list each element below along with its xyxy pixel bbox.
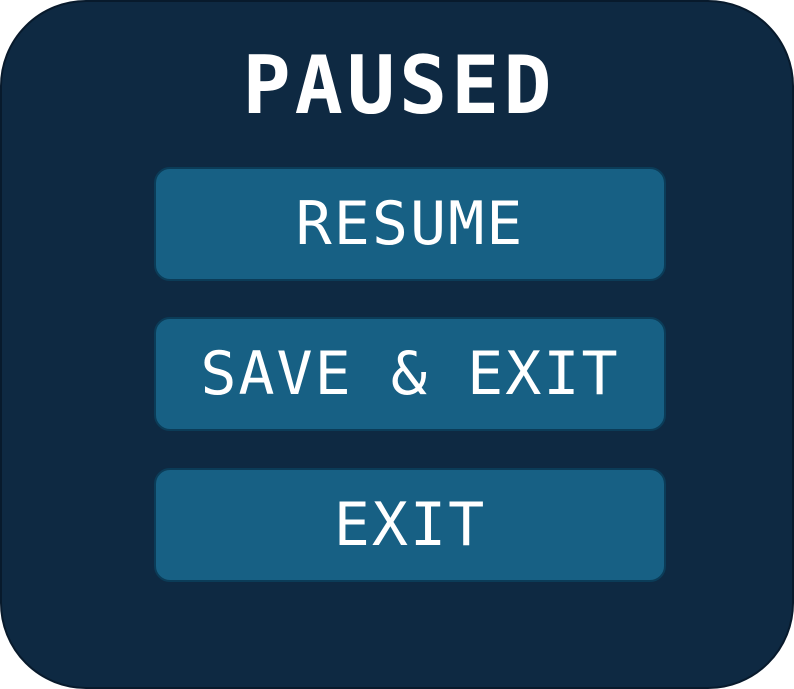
resume-button[interactable]: RESUME — [154, 167, 666, 281]
exit-button[interactable]: EXIT — [154, 468, 666, 582]
exit-button-label: EXIT — [333, 490, 487, 560]
pause-menu-panel: PAUSED RESUME SAVE & EXIT EXIT — [0, 0, 794, 689]
save-and-exit-button-label: SAVE & EXIT — [200, 339, 620, 409]
pause-title: PAUSED — [242, 39, 556, 132]
save-and-exit-button[interactable]: SAVE & EXIT — [154, 317, 666, 431]
resume-button-label: RESUME — [295, 189, 525, 259]
